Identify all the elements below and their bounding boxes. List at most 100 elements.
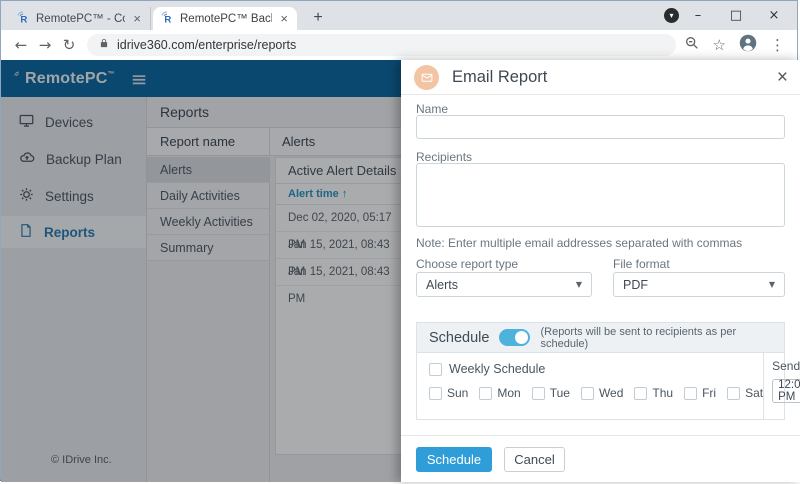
schedule-section: Schedule (Reports will be sent to recipi… bbox=[416, 322, 785, 420]
day-label: Fri bbox=[702, 386, 716, 400]
day-option-thu[interactable]: Thu bbox=[634, 386, 673, 400]
day-option-sun[interactable]: Sun bbox=[429, 386, 468, 400]
zoom-icon[interactable] bbox=[684, 35, 700, 56]
weekly-schedule-checkbox[interactable] bbox=[429, 363, 442, 376]
recipients-textarea[interactable] bbox=[416, 163, 785, 227]
document-icon bbox=[19, 223, 33, 241]
sidebar-item-settings[interactable]: Settings bbox=[1, 182, 146, 210]
panel-title: Email Report bbox=[452, 68, 547, 87]
report-type-value: Alerts bbox=[426, 278, 458, 292]
browser-update-icon[interactable]: ▾ bbox=[664, 8, 679, 23]
day-label: Mon bbox=[497, 386, 520, 400]
send-at-select[interactable]: 12:00 PM ▼ bbox=[772, 379, 800, 403]
day-option-tue[interactable]: Tue bbox=[532, 386, 570, 400]
send-at-value: 12:00 PM bbox=[778, 379, 800, 403]
report-item-summary[interactable]: Summary bbox=[147, 235, 269, 261]
schedule-days-area: Weekly Schedule Sun Mon Tue Wed Thu Fri … bbox=[417, 353, 763, 419]
send-at-label: Send at bbox=[772, 359, 800, 373]
report-type-label: Choose report type bbox=[416, 257, 518, 271]
day-checkbox[interactable] bbox=[429, 387, 442, 400]
send-at-area: Send at 12:00 PM ▼ bbox=[763, 353, 800, 419]
report-item-alerts[interactable]: Alerts bbox=[147, 157, 269, 183]
file-format-select[interactable]: PDF ▼ bbox=[613, 272, 785, 297]
panel-header: Email Report × bbox=[401, 60, 800, 95]
page-content: RemotePC ™ ≡ Devices bbox=[1, 60, 797, 482]
minimize-button[interactable]: – bbox=[679, 1, 717, 30]
report-item-weekly-activities[interactable]: Weekly Activities bbox=[147, 209, 269, 235]
report-type-select[interactable]: Alerts ▼ bbox=[416, 272, 592, 297]
day-label: Thu bbox=[652, 386, 673, 400]
sidebar-item-backup-plan[interactable]: Backup Plan bbox=[1, 145, 146, 173]
table-row: Dec 02, 2020, 05:17 PM bbox=[276, 205, 401, 232]
gear-icon bbox=[19, 187, 34, 205]
lock-icon bbox=[99, 36, 109, 54]
sidebar-item-reports[interactable]: Reports bbox=[1, 216, 146, 248]
day-label: Wed bbox=[599, 386, 623, 400]
back-button[interactable]: ← bbox=[9, 36, 33, 54]
name-input[interactable] bbox=[416, 115, 785, 139]
page-title: Reports bbox=[147, 97, 401, 128]
alert-time-sort-header[interactable]: Alert time ↑ bbox=[276, 184, 401, 205]
chevron-down-icon: ▼ bbox=[576, 280, 582, 289]
day-checkbox[interactable] bbox=[581, 387, 594, 400]
schedule-label: Schedule bbox=[429, 330, 489, 346]
card-title: Active Alert Details bbox=[276, 158, 401, 184]
toggle-knob bbox=[515, 331, 528, 344]
sidebar-item-label: Devices bbox=[45, 115, 93, 130]
reload-button[interactable]: ↻ bbox=[57, 36, 81, 54]
cancel-button[interactable]: Cancel bbox=[504, 447, 565, 472]
day-option-wed[interactable]: Wed bbox=[581, 386, 623, 400]
url-field[interactable]: idrive360.com/enterprise/reports bbox=[87, 34, 676, 56]
report-item-daily-activities[interactable]: Daily Activities bbox=[147, 183, 269, 209]
tab-title: RemotePC™ Backup bbox=[180, 13, 272, 25]
footer-divider bbox=[401, 435, 800, 436]
bookmark-star-icon[interactable]: ☆ bbox=[713, 36, 726, 54]
profile-avatar-icon[interactable] bbox=[739, 34, 757, 57]
chevron-down-icon: ▼ bbox=[769, 280, 775, 289]
new-tab-button[interactable]: + bbox=[307, 7, 329, 29]
weekly-schedule-label: Weekly Schedule bbox=[449, 362, 545, 376]
name-label: Name bbox=[416, 102, 448, 116]
svg-text:R: R bbox=[164, 14, 171, 24]
address-bar: ← → ↻ idrive360.com/enterprise/reports ☆ bbox=[1, 30, 797, 60]
active-alerts-card: Active Alert Details Alert time ↑ Dec 02… bbox=[275, 157, 401, 455]
report-list: Alerts Daily Activities Weekly Activitie… bbox=[147, 157, 270, 482]
day-option-sat[interactable]: Sat bbox=[727, 386, 763, 400]
weekly-schedule-option[interactable]: Weekly Schedule bbox=[429, 362, 763, 376]
window-close-button[interactable]: × bbox=[755, 1, 793, 30]
app-header: RemotePC ™ ≡ bbox=[1, 60, 401, 97]
app-background: RemotePC ™ ≡ Devices bbox=[1, 60, 401, 482]
cloud-backup-icon bbox=[19, 150, 35, 168]
day-checkbox[interactable] bbox=[684, 387, 697, 400]
day-checkbox[interactable] bbox=[532, 387, 545, 400]
schedule-hint: (Reports will be sent to recipients as p… bbox=[540, 326, 772, 350]
schedule-button[interactable]: Schedule bbox=[416, 447, 492, 472]
forward-button[interactable]: → bbox=[33, 36, 57, 54]
panel-close-icon[interactable]: × bbox=[777, 68, 788, 87]
day-checkbox[interactable] bbox=[634, 387, 647, 400]
tab-remotepc-computers[interactable]: R RemotePC™ - Comput × bbox=[9, 7, 151, 30]
sidebar-item-label: Reports bbox=[44, 225, 95, 240]
alerts-column-header: Alerts bbox=[270, 128, 401, 155]
day-checkbox[interactable] bbox=[479, 387, 492, 400]
schedule-header: Schedule (Reports will be sent to recipi… bbox=[417, 323, 784, 353]
copyright-footer: © IDrive Inc. bbox=[51, 454, 112, 466]
maximize-button[interactable]: □ bbox=[717, 1, 755, 30]
day-checkbox[interactable] bbox=[727, 387, 740, 400]
schedule-body: Weekly Schedule Sun Mon Tue Wed Thu Fri … bbox=[417, 353, 784, 419]
browser-menu-icon[interactable]: ⋮ bbox=[770, 36, 785, 54]
day-option-fri[interactable]: Fri bbox=[684, 386, 716, 400]
sidebar-item-label: Settings bbox=[45, 189, 94, 204]
sidebar-item-devices[interactable]: Devices bbox=[1, 108, 146, 136]
table-row: Jan 15, 2021, 08:43 PM bbox=[276, 232, 401, 259]
tab-close-icon[interactable]: × bbox=[131, 11, 143, 26]
report-name-column-header: Report name bbox=[147, 128, 270, 155]
sort-ascending-icon: ↑ bbox=[342, 188, 348, 200]
hamburger-menu-icon[interactable]: ≡ bbox=[131, 69, 148, 89]
recipients-note: Note: Enter multiple email addresses sep… bbox=[416, 236, 742, 250]
tab-remotepc-backup[interactable]: R RemotePC™ Backup × bbox=[153, 7, 297, 30]
browser-window: R RemotePC™ - Comput × R RemotePC™ Backu… bbox=[0, 0, 798, 481]
tab-close-icon[interactable]: × bbox=[278, 11, 290, 26]
schedule-toggle[interactable] bbox=[499, 329, 530, 346]
day-option-mon[interactable]: Mon bbox=[479, 386, 520, 400]
